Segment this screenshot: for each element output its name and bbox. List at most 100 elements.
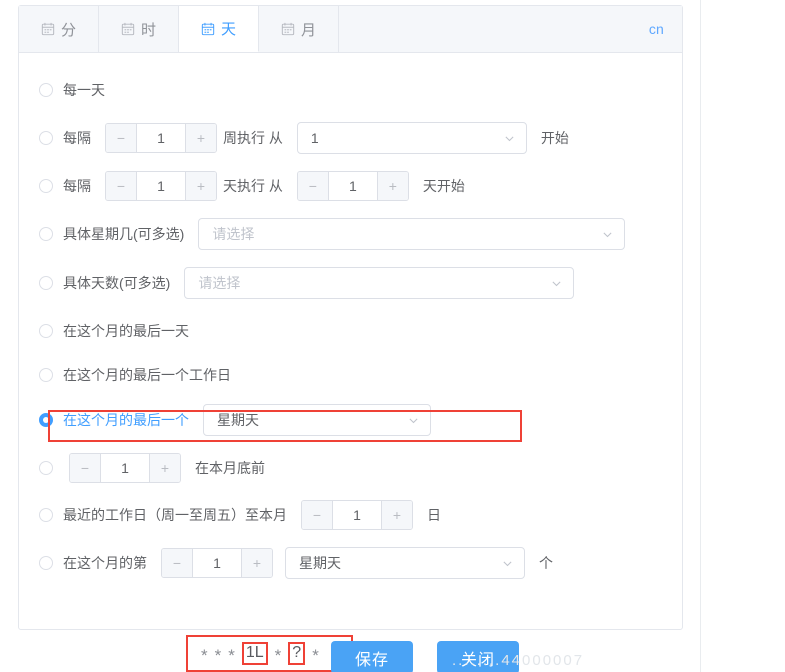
nearest-weekday-prefix: 最近的工作日（周一至周五）至本月 bbox=[63, 507, 287, 523]
decrement-icon[interactable]: − bbox=[302, 501, 333, 529]
tab-hour-label: 时 bbox=[141, 21, 157, 39]
radio-nearest-weekday[interactable] bbox=[39, 508, 53, 522]
day-interval-value[interactable]: 1 bbox=[137, 172, 185, 200]
chevron-down-icon bbox=[503, 132, 516, 145]
specific-weekdays-select[interactable]: 请选择 bbox=[198, 218, 626, 250]
specific-days-select[interactable]: 请选择 bbox=[184, 267, 575, 299]
cron-token: * bbox=[201, 646, 208, 665]
calendar-icon bbox=[201, 22, 215, 36]
tab-month-label: 月 bbox=[301, 21, 317, 39]
decrement-icon[interactable]: − bbox=[162, 549, 193, 577]
tab-day-label: 天 bbox=[221, 21, 237, 38]
before-month-end-value[interactable]: 1 bbox=[101, 454, 149, 482]
before-month-end-suffix: 在本月底前 bbox=[195, 460, 265, 476]
radio-specific-days[interactable] bbox=[39, 276, 53, 290]
decrement-icon[interactable]: − bbox=[106, 172, 137, 200]
increment-icon[interactable]: + bbox=[376, 172, 408, 200]
before-month-end-stepper[interactable]: − 1 + bbox=[69, 453, 181, 483]
day-start-stepper[interactable]: − 1 + bbox=[296, 171, 409, 201]
specific-days-placeholder: 请选择 bbox=[198, 275, 241, 291]
chevron-down-icon bbox=[407, 414, 420, 427]
week-interval-stepper[interactable]: − 1 + bbox=[105, 123, 217, 153]
tab-hour[interactable]: 时 bbox=[99, 6, 180, 52]
week-interval-value[interactable]: 1 bbox=[137, 124, 185, 152]
nth-dow-day-value: 星期天 bbox=[299, 555, 341, 571]
tab-bar: 分 时 天 月 cn bbox=[19, 6, 682, 53]
option-nearest-weekday[interactable]: 最近的工作日（周一至周五）至本月 − 1 + 日 bbox=[39, 500, 662, 530]
cron-editor-card: 分 时 天 月 cn 每一天 每隔 − 1 + 周执行 从 1 开始 每隔 − … bbox=[18, 5, 683, 630]
nearest-weekday-value[interactable]: 1 bbox=[333, 501, 381, 529]
radio-specific-weekdays[interactable] bbox=[39, 227, 53, 241]
right-separator bbox=[700, 0, 701, 672]
radio-nth-dow-of-month[interactable] bbox=[39, 556, 53, 570]
nth-dow-select[interactable]: 星期天 bbox=[285, 547, 525, 579]
cron-expression-display[interactable]: * * * 1L * ? * bbox=[186, 635, 353, 672]
chevron-down-icon bbox=[550, 277, 563, 290]
option-specific-days[interactable]: 具体天数(可多选) 请选择 bbox=[39, 267, 662, 299]
cron-token: * bbox=[214, 646, 222, 665]
nth-dow-prefix: 在这个月的第 bbox=[63, 555, 147, 571]
option-before-month-end[interactable]: − 1 + 在本月底前 bbox=[39, 453, 662, 483]
save-button[interactable]: 保存 bbox=[331, 641, 413, 672]
tab-day[interactable]: 天 bbox=[179, 6, 260, 52]
radio-last-weekday-of-month[interactable] bbox=[39, 368, 53, 382]
last-day-of-month-label: 在这个月的最后一天 bbox=[63, 323, 189, 339]
cron-token: * bbox=[228, 646, 235, 665]
nth-dow-value[interactable]: 1 bbox=[193, 549, 241, 577]
week-start-value: 1 bbox=[310, 130, 319, 146]
every-n-days-suffix: 天开始 bbox=[422, 178, 465, 194]
language-toggle[interactable]: cn bbox=[649, 21, 664, 37]
nth-dow-suffix: 个 bbox=[539, 555, 553, 571]
week-start-select[interactable]: 1 bbox=[296, 122, 527, 154]
increment-icon[interactable]: + bbox=[185, 172, 216, 200]
tab-month[interactable]: 月 bbox=[259, 6, 340, 52]
radio-every-n-weeks[interactable] bbox=[39, 131, 53, 145]
day-start-value[interactable]: 1 bbox=[328, 172, 377, 200]
tab-minute[interactable]: 分 bbox=[19, 6, 100, 52]
last-dow-select[interactable]: 星期天 bbox=[203, 404, 431, 436]
day-options-panel: 每一天 每隔 − 1 + 周执行 从 1 开始 每隔 − 1 + 天执行 从 −… bbox=[19, 53, 682, 606]
option-last-day-of-month[interactable]: 在这个月的最后一天 bbox=[39, 316, 662, 346]
option-specific-weekdays[interactable]: 具体星期几(可多选) 请选择 bbox=[39, 218, 662, 250]
every-n-weeks-middle: 周执行 从 bbox=[223, 130, 283, 146]
specific-weekdays-placeholder: 请选择 bbox=[212, 226, 255, 242]
increment-icon[interactable]: + bbox=[241, 549, 272, 577]
increment-icon[interactable]: + bbox=[185, 124, 216, 152]
cron-token-day-highlight: 1L bbox=[241, 641, 268, 666]
option-last-weekday-of-month[interactable]: 在这个月的最后一个工作日 bbox=[39, 360, 662, 390]
calendar-icon bbox=[281, 22, 295, 36]
day-interval-stepper[interactable]: − 1 + bbox=[105, 171, 217, 201]
option-every-day-label: 每一天 bbox=[63, 82, 105, 98]
increment-icon[interactable]: + bbox=[149, 454, 180, 482]
decrement-icon[interactable]: − bbox=[106, 124, 137, 152]
cron-token-dow-highlight: ? bbox=[288, 641, 306, 666]
last-dow-of-month-label: 在这个月的最后一个 bbox=[63, 412, 189, 428]
cron-token: * bbox=[312, 646, 319, 665]
calendar-icon bbox=[41, 22, 55, 36]
radio-last-dow-of-month[interactable] bbox=[39, 413, 53, 427]
radio-before-month-end[interactable] bbox=[39, 461, 53, 475]
radio-every-n-days[interactable] bbox=[39, 179, 53, 193]
chevron-down-icon bbox=[501, 557, 514, 570]
nth-dow-stepper[interactable]: − 1 + bbox=[161, 548, 273, 578]
increment-icon[interactable]: + bbox=[381, 501, 412, 529]
nearest-weekday-stepper[interactable]: − 1 + bbox=[301, 500, 413, 530]
option-every-n-days[interactable]: 每隔 − 1 + 天执行 从 − 1 + 天开始 bbox=[39, 171, 662, 201]
option-every-day[interactable]: 每一天 bbox=[39, 75, 662, 105]
decrement-icon[interactable]: − bbox=[297, 172, 329, 200]
decrement-icon[interactable]: − bbox=[70, 454, 101, 482]
nearest-weekday-suffix: 日 bbox=[427, 507, 441, 523]
specific-weekdays-label: 具体星期几(可多选) bbox=[63, 226, 185, 242]
cron-token: * bbox=[274, 646, 282, 665]
every-n-weeks-suffix: 开始 bbox=[540, 130, 569, 146]
last-dow-value: 星期天 bbox=[217, 412, 259, 428]
footer-bar: * * * 1L * ? * 保存 关闭 bbox=[0, 632, 785, 672]
every-n-weeks-prefix: 每隔 bbox=[63, 130, 91, 146]
watermark-text: ........44000007 bbox=[452, 652, 585, 669]
every-n-days-middle: 天执行 从 bbox=[223, 178, 283, 194]
option-last-dow-of-month[interactable]: 在这个月的最后一个 星期天 bbox=[39, 404, 662, 442]
radio-last-day-of-month[interactable] bbox=[39, 324, 53, 338]
option-every-n-weeks[interactable]: 每隔 − 1 + 周执行 从 1 开始 bbox=[39, 122, 662, 154]
option-nth-dow-of-month[interactable]: 在这个月的第 − 1 + 星期天 个 bbox=[39, 547, 662, 579]
radio-every-day[interactable] bbox=[39, 83, 53, 97]
